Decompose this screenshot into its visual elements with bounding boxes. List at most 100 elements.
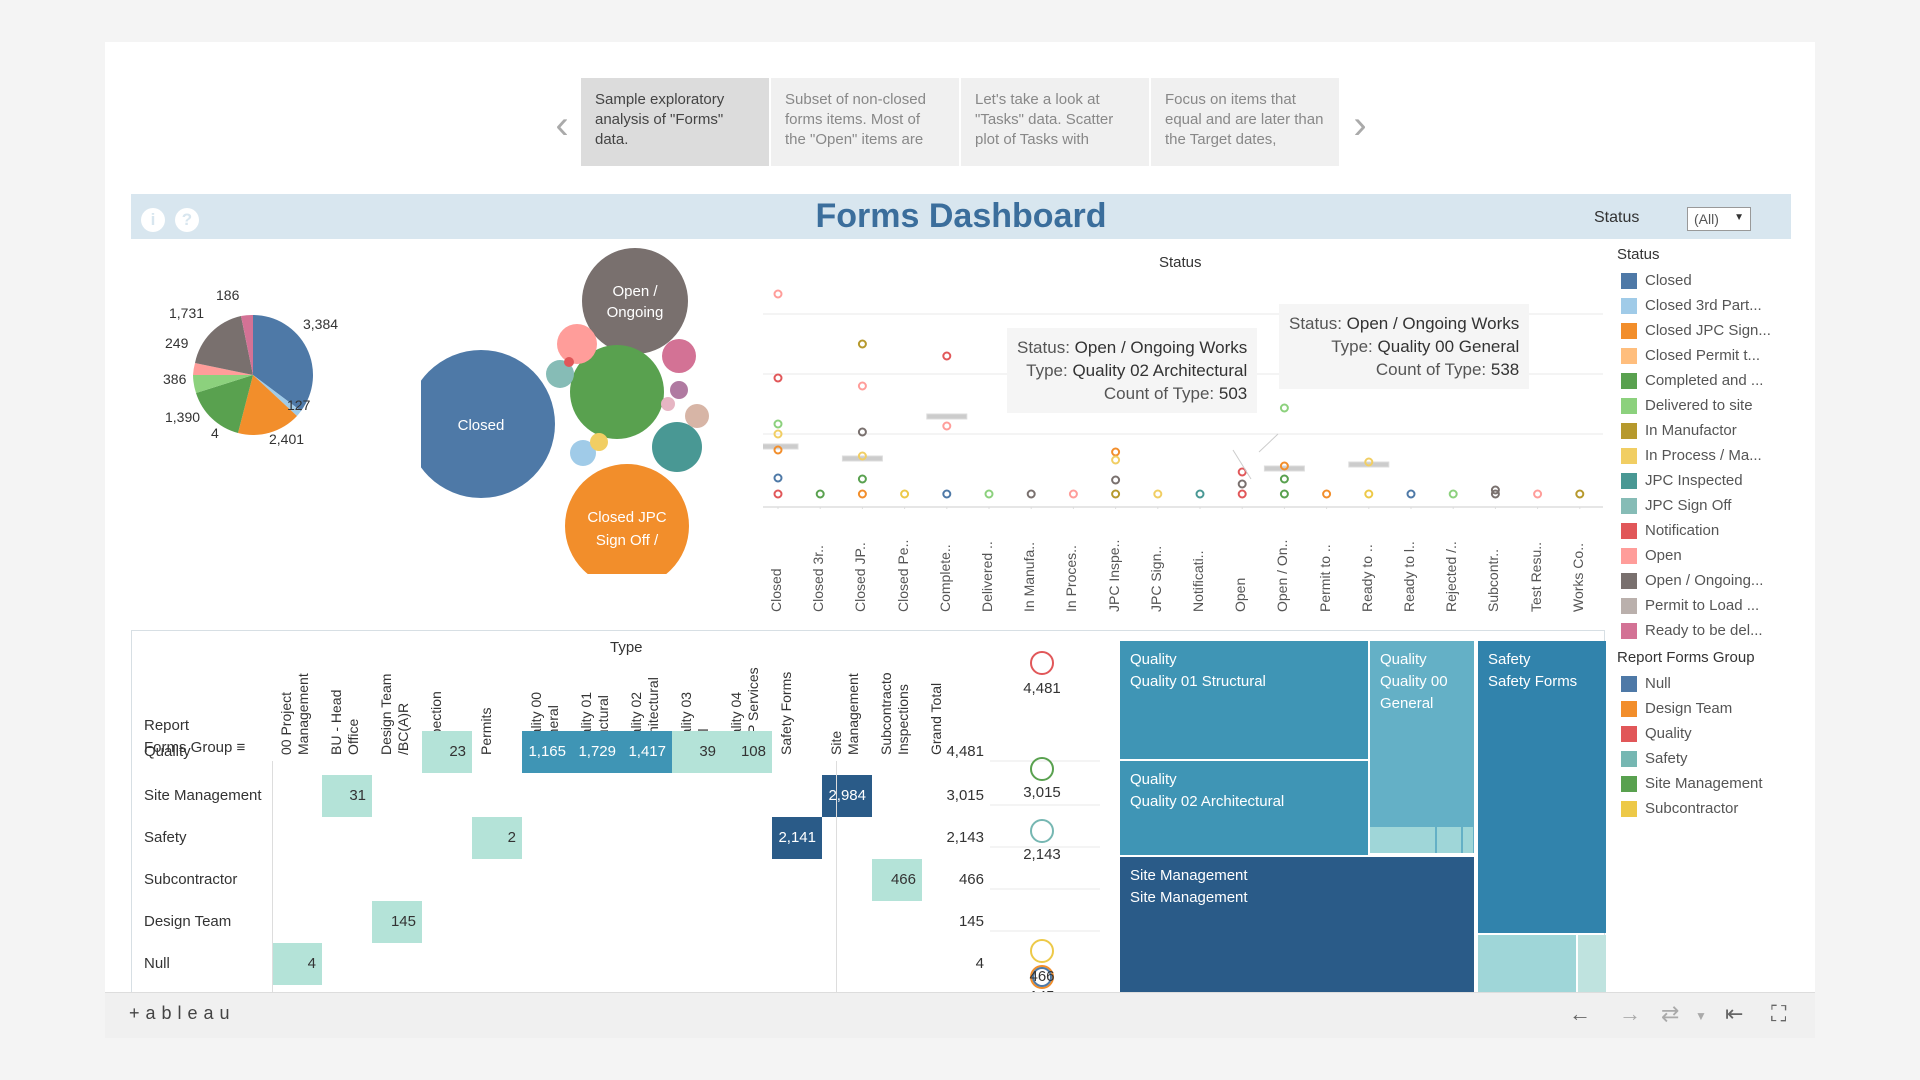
bubble-ready[interactable] xyxy=(662,339,696,373)
scatter-point[interactable] xyxy=(942,351,952,361)
bubble-small[interactable] xyxy=(670,381,688,399)
treemap-quality-02[interactable]: Quality Quality 02 Architectural xyxy=(1120,761,1368,855)
crosstab-cell[interactable]: 23 xyxy=(422,731,472,773)
scatter-point[interactable] xyxy=(773,289,783,299)
status-legend-item[interactable]: Closed xyxy=(1617,268,1787,293)
treemap-quality-00[interactable]: Quality Quality 00 General xyxy=(1370,641,1474,853)
scatter-point[interactable] xyxy=(1153,489,1163,499)
story-point-2[interactable]: Subset of non-closed forms items. Most o… xyxy=(771,78,959,166)
crosstab-column-header[interactable]: Grand Total xyxy=(928,663,974,755)
treemap-small-block[interactable] xyxy=(1370,827,1435,853)
status-legend-item[interactable]: Closed Permit t... xyxy=(1617,343,1787,368)
status-legend-item[interactable]: In Manufactor xyxy=(1617,418,1787,443)
scatter-point[interactable] xyxy=(857,339,867,349)
scatter-point[interactable] xyxy=(857,474,867,484)
status-legend-item[interactable]: Completed and ... xyxy=(1617,368,1787,393)
treemap-small-block[interactable] xyxy=(1437,827,1461,853)
crosstab-column-header[interactable]: 00 Project Management xyxy=(278,663,328,755)
scatter-point[interactable] xyxy=(1575,489,1585,499)
revert-caret-icon[interactable]: ▼ xyxy=(1695,1009,1707,1023)
status-legend-item[interactable]: Open / Ongoing... xyxy=(1617,568,1787,593)
scatter-point[interactable] xyxy=(857,489,867,499)
group-legend-item[interactable]: Quality xyxy=(1617,721,1787,746)
scatter-point[interactable] xyxy=(773,419,783,429)
scatter-point[interactable] xyxy=(1026,489,1036,499)
treemap-site-management[interactable]: Site Management Site Management xyxy=(1120,857,1474,1003)
status-legend-item[interactable]: Closed 3rd Part... xyxy=(1617,293,1787,318)
crosstab-cell[interactable]: 39 xyxy=(672,731,722,773)
scatter-point[interactable] xyxy=(773,473,783,483)
bubble-small[interactable] xyxy=(661,397,675,411)
scatter-point[interactable] xyxy=(1195,489,1205,499)
status-legend-item[interactable]: Closed JPC Sign... xyxy=(1617,318,1787,343)
crosstab-cell[interactable]: 4 xyxy=(272,943,322,985)
fullscreen-icon[interactable]: ⛶ xyxy=(1771,1001,1786,1027)
scatter-point[interactable] xyxy=(1111,475,1121,485)
status-legend-item[interactable]: JPC Inspected xyxy=(1617,468,1787,493)
scatter-point[interactable] xyxy=(942,421,952,431)
crosstab-cell[interactable]: 31 xyxy=(322,775,372,817)
treemap-quality-01[interactable]: Quality Quality 01 Structural xyxy=(1120,641,1368,759)
bubble-small[interactable] xyxy=(685,404,709,428)
status-legend-item[interactable]: Notification xyxy=(1617,518,1787,543)
status-legend-item[interactable]: In Process / Ma... xyxy=(1617,443,1787,468)
scatter-point[interactable] xyxy=(1406,489,1416,499)
scatter-point[interactable] xyxy=(1364,489,1374,499)
scatter-point[interactable] xyxy=(1111,455,1121,465)
crosstab-column-header[interactable]: Site Management xyxy=(828,663,878,755)
scatter-point[interactable] xyxy=(773,489,783,499)
crosstab-cell[interactable]: 108 xyxy=(722,731,772,773)
group-legend-item[interactable]: Site Management xyxy=(1617,771,1787,796)
crosstab-cell[interactable]: 2,984 xyxy=(822,775,872,817)
story-point-3[interactable]: Let's take a look at "Tasks" data. Scatt… xyxy=(961,78,1149,166)
scatter-point[interactable] xyxy=(1279,489,1289,499)
dot-safety[interactable] xyxy=(1030,819,1054,843)
scatter-point[interactable] xyxy=(1448,489,1458,499)
scatter-point[interactable] xyxy=(815,489,825,499)
dot-subcontractor[interactable] xyxy=(1030,939,1054,963)
crosstab-row-label[interactable]: Null xyxy=(144,955,170,972)
scatter-point[interactable] xyxy=(1533,489,1543,499)
scatter-point[interactable] xyxy=(773,373,783,383)
status-legend-item[interactable]: Open xyxy=(1617,543,1787,568)
bubble-jpc-inspected[interactable] xyxy=(652,422,702,472)
scatter-point[interactable] xyxy=(900,489,910,499)
chevron-left-icon[interactable]: ‹ xyxy=(547,100,577,150)
crosstab-column-header[interactable]: Subcontracto Inspections xyxy=(878,663,928,756)
scatter-point[interactable] xyxy=(1111,447,1121,457)
scatter-point[interactable] xyxy=(1279,474,1289,484)
story-point-4[interactable]: Focus on items that equal and are later … xyxy=(1151,78,1339,166)
bubble-open-ongoing[interactable] xyxy=(582,248,688,354)
crosstab-column-header[interactable]: Safety Forms xyxy=(778,663,828,755)
status-legend-item[interactable]: Permit to Load ... xyxy=(1617,593,1787,618)
dot-quality[interactable] xyxy=(1030,651,1054,675)
crosstab-cell[interactable]: 466 xyxy=(872,859,922,901)
crosstab-row-label[interactable]: Subcontractor xyxy=(144,871,237,888)
treemap-small-block[interactable] xyxy=(1463,827,1473,853)
status-filter-dropdown[interactable]: (All) ▼ xyxy=(1687,207,1751,231)
undo-icon[interactable]: ← xyxy=(1569,1001,1591,1027)
group-legend-item[interactable]: Null xyxy=(1617,671,1787,696)
scatter-point[interactable] xyxy=(1068,489,1078,499)
crosstab-column-header[interactable]: Design Team /BC(A)R xyxy=(378,663,428,755)
scatter-point[interactable] xyxy=(1279,403,1289,413)
crosstab-cell[interactable]: 2 xyxy=(472,817,522,859)
chevron-right-icon[interactable]: › xyxy=(1345,100,1375,150)
crosstab-cell[interactable]: 1,417 xyxy=(622,731,672,773)
status-legend-item[interactable]: JPC Sign Off xyxy=(1617,493,1787,518)
crosstab-row-label[interactable]: Safety xyxy=(144,829,187,846)
crosstab-cell[interactable]: 2,141 xyxy=(772,817,822,859)
crosstab-row-label[interactable]: Quality xyxy=(144,743,191,760)
group-legend-item[interactable]: Safety xyxy=(1617,746,1787,771)
crosstab-cell[interactable]: 1,729 xyxy=(572,731,622,773)
scatter-point[interactable] xyxy=(1237,479,1247,489)
bubble-open[interactable] xyxy=(557,324,597,364)
group-legend-item[interactable]: Subcontractor xyxy=(1617,796,1787,821)
sort-icon[interactable]: ≡ xyxy=(232,739,246,756)
status-legend-item[interactable]: Ready to be del... xyxy=(1617,618,1787,643)
story-point-1[interactable]: Sample exploratory analysis of "Forms" d… xyxy=(581,78,769,166)
bubble-small[interactable] xyxy=(564,357,574,367)
crosstab-row-label[interactable]: Design Team xyxy=(144,913,231,930)
group-legend-item[interactable]: Design Team xyxy=(1617,696,1787,721)
crosstab-row-label[interactable]: Site Management xyxy=(144,787,262,804)
